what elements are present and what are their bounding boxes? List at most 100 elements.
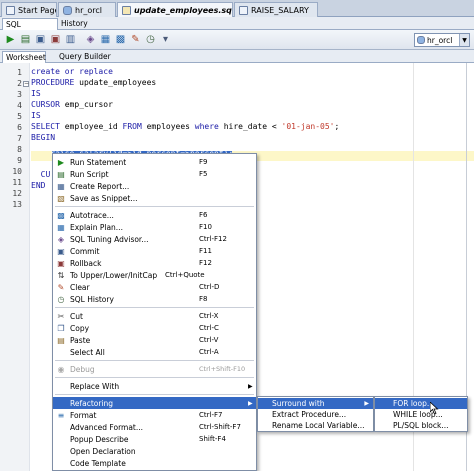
menu-item-rename-local-variable[interactable]: Rename Local Variable...: [258, 420, 373, 431]
menu-item-paste[interactable]: ▤ Paste Ctrl-V: [53, 334, 256, 346]
menu-item-create-report[interactable]: ▦ Create Report...: [53, 180, 256, 192]
identifier: ;: [334, 122, 340, 131]
menu-item-for-loop[interactable]: FOR loop...: [375, 398, 467, 409]
line-number: 6: [17, 123, 22, 132]
identifier: emp_cursor: [59, 100, 113, 109]
tab-raise-salary[interactable]: RAISE_SALARY: [234, 2, 318, 17]
case-icon: ⇅: [57, 270, 65, 280]
explain-plan-icon[interactable]: ▦: [99, 33, 112, 46]
tab-history[interactable]: History: [58, 18, 92, 30]
chevron-right-icon: ▶: [364, 400, 369, 407]
menu-item-while-loop[interactable]: WHILE loop...: [375, 409, 467, 420]
keyword: SELECT: [31, 122, 60, 131]
keyword: CURSOR: [31, 100, 60, 109]
keyword: PROCEDURE: [31, 78, 75, 87]
tab-label: hr_orcl: [75, 5, 102, 15]
menu-item-surround-with[interactable]: Surround with ▶: [258, 398, 373, 409]
keyword: CU: [31, 170, 51, 179]
tab-worksheet[interactable]: Worksheet: [2, 51, 46, 63]
code-line: BEGIN: [31, 133, 55, 144]
code-line: PROCEDURE update_employees: [31, 78, 156, 89]
identifier: employee_id: [59, 122, 123, 131]
document-tab-bar: Start Page hr_orcl update_employees.sql …: [0, 0, 474, 17]
line-number: 3: [17, 90, 22, 99]
menu-item-format[interactable]: ≡ Format Ctrl-F7: [53, 409, 256, 421]
connection-value: hr_orcl: [427, 35, 453, 45]
tab-label: Start Page: [18, 5, 57, 15]
line-number: 12: [12, 189, 22, 198]
code-line: IS: [31, 89, 41, 100]
tab-hr-orcl[interactable]: hr_orcl: [58, 2, 116, 17]
cancel-icon[interactable]: ◈: [84, 33, 97, 46]
history-icon[interactable]: ◷: [144, 33, 157, 46]
run-statement-icon[interactable]: ▶: [4, 33, 17, 46]
code-line: END: [31, 181, 45, 192]
tab-update-employees-sql[interactable]: update_employees.sql ✕: [117, 2, 233, 17]
menu-item-advanced-format[interactable]: Advanced Format... Ctrl-Shift-F7: [53, 421, 256, 433]
tuning-advisor-icon: ◈: [57, 234, 65, 244]
menu-item-replace-with[interactable]: Replace With ▶: [53, 380, 256, 392]
fold-toggle-icon[interactable]: −: [23, 81, 29, 87]
autotrace-icon[interactable]: ▩: [114, 33, 127, 46]
procedure-icon: [239, 5, 248, 15]
identifier: hire_date <: [218, 122, 282, 131]
identifier: update_employees: [74, 78, 157, 87]
rollback-icon[interactable]: ▣: [49, 33, 62, 46]
menu-item-open-declaration[interactable]: Open Declaration: [53, 445, 256, 457]
autotrace-icon: ▩: [57, 210, 65, 220]
menu-item-run-script[interactable]: ▤ Run Script F5: [53, 168, 256, 180]
line-number: 10: [12, 167, 22, 176]
chevron-down-icon[interactable]: ▼: [459, 34, 469, 46]
run-script-icon: ▤: [57, 169, 65, 179]
start-page-icon: [6, 5, 15, 15]
save-icon[interactable]: ▥: [64, 33, 77, 46]
mouse-pointer-icon: [430, 402, 439, 415]
commit-icon[interactable]: ▣: [34, 33, 47, 46]
tab-query-builder[interactable]: Query Builder: [56, 51, 116, 63]
line-number: 13: [12, 200, 22, 209]
clear-icon[interactable]: ✎: [129, 33, 142, 46]
line-number: 5: [17, 112, 22, 121]
menu-item-clear[interactable]: ✎ Clear Ctrl-D: [53, 281, 256, 293]
editor-context-menu: ▶ Run Statement F9 ▤ Run Script F5 ▦ Create R…: [52, 153, 257, 471]
menu-item-save-as-snippet[interactable]: ▧ Save as Snippet...: [53, 192, 256, 204]
keyword: where: [194, 122, 219, 131]
keyword: IS: [31, 89, 41, 98]
menu-item-popup-describe[interactable]: Popup Describe Shift-F4: [53, 433, 256, 445]
run-script-icon[interactable]: ▤: [19, 33, 32, 46]
clear-icon: ✎: [57, 282, 65, 292]
line-number: 4: [17, 101, 22, 110]
rollback-icon: ▣: [57, 258, 65, 268]
menu-item-select-all[interactable]: Select All Ctrl-A: [53, 346, 256, 358]
more-icon[interactable]: ▾: [159, 33, 172, 46]
menu-item-commit[interactable]: ▣ Commit F11: [53, 245, 256, 257]
commit-icon: ▣: [57, 246, 65, 256]
tab-start-page[interactable]: Start Page: [1, 2, 57, 17]
keyword: create or replace: [31, 67, 113, 76]
line-number: 7: [17, 134, 22, 143]
tab-sql-worksheet[interactable]: SQL Worksheet: [2, 18, 58, 38]
menu-item-change-case[interactable]: ⇅ To Upper/Lower/InitCap Ctrl+Quote: [53, 269, 256, 281]
history-icon: ◷: [57, 294, 65, 304]
menu-item-code-template[interactable]: Code Template: [53, 457, 256, 469]
tab-label: RAISE_SALARY: [251, 5, 309, 15]
menu-separator: [55, 307, 254, 308]
string-literal: '01-jan-05': [281, 122, 335, 131]
code-line: CU: [31, 170, 51, 181]
snippet-icon: ▧: [57, 193, 65, 203]
menu-item-sql-history[interactable]: ◷ SQL History F8: [53, 293, 256, 305]
keyword: END: [31, 181, 46, 190]
menu-item-rollback[interactable]: ▣ Rollback F12: [53, 257, 256, 269]
menu-item-sql-tuning-advisor[interactable]: ◈ SQL Tuning Advisor... Ctrl-F12: [53, 233, 256, 245]
menu-item-explain-plan[interactable]: ▦ Explain Plan... F10: [53, 221, 256, 233]
menu-item-cut[interactable]: ✂ Cut Ctrl-X: [53, 310, 256, 322]
menu-item-plsql-block[interactable]: PL/SQL block...: [375, 420, 467, 431]
menu-separator: [55, 377, 254, 378]
menu-item-extract-procedure[interactable]: Extract Procedure...: [258, 409, 373, 420]
menu-item-run-statement[interactable]: ▶ Run Statement F9: [53, 156, 256, 168]
menu-item-refactoring[interactable]: Refactoring ▶: [53, 397, 256, 409]
debug-icon: ◉: [57, 364, 65, 374]
connection-select[interactable]: hr_orcl ▼: [414, 33, 470, 47]
menu-item-autotrace[interactable]: ▩ Autotrace... F6: [53, 209, 256, 221]
menu-item-copy[interactable]: ❐ Copy Ctrl-C: [53, 322, 256, 334]
